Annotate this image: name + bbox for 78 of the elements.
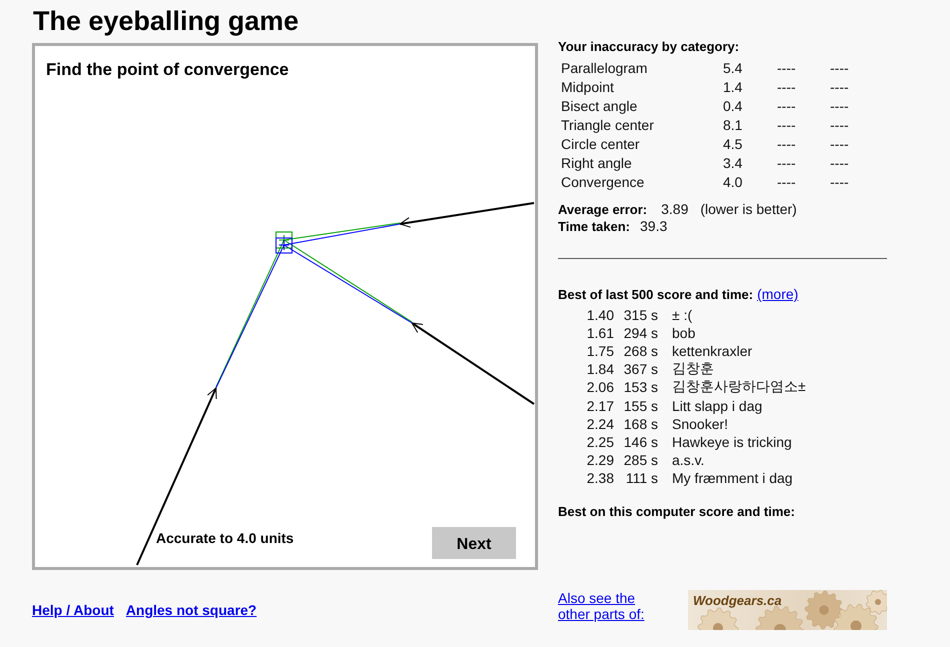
score-value: 2.06: [586, 379, 614, 396]
score-time: 367 s: [624, 361, 658, 378]
player-name: 김창훈사랑하다염소±: [672, 378, 806, 396]
table-cell: ----: [830, 116, 849, 132]
player-name: ± :(: [672, 307, 692, 324]
score-value: 2.17: [586, 398, 614, 414]
score-time: 153 s: [624, 379, 658, 396]
score-time: 155 s: [624, 398, 658, 414]
category-name: Circle center: [561, 136, 640, 152]
player-name: kettenkraxler: [672, 343, 752, 360]
table-cell: ----: [830, 60, 849, 76]
player-name: Snooker!: [672, 416, 728, 432]
game-canvas[interactable]: Find the point of convergence Accurate to 4.0 units Next: [32, 43, 538, 570]
score-value: 2.24: [586, 416, 614, 432]
player-name: a.s.v.: [672, 452, 704, 468]
player-name: 김창훈: [672, 360, 714, 378]
table-cell: ----: [777, 136, 796, 152]
category-name: Parallelogram: [561, 60, 648, 76]
score-time: 268 s: [624, 343, 658, 360]
category-name: Midpoint: [561, 78, 614, 94]
table-cell: ----: [777, 154, 796, 170]
accuracy-result: Accurate to 4.0 units: [156, 530, 294, 547]
category-name: Bisect angle: [561, 98, 638, 114]
score-value: 1.84: [586, 361, 614, 378]
answer-marker-icon: [276, 232, 292, 248]
score-time: 285 s: [624, 452, 658, 468]
score-value: 1.75: [586, 343, 614, 360]
category-name: Convergence: [561, 174, 644, 190]
player-name: bob: [672, 325, 696, 342]
table-cell: ----: [777, 60, 796, 76]
category-score: 4.0: [723, 174, 742, 190]
time-taken-value: 39.3: [640, 218, 668, 234]
table-cell: ----: [777, 116, 796, 132]
category-score: 4.5: [723, 136, 742, 152]
score-time: 146 s: [624, 434, 658, 450]
table-cell: ----: [830, 174, 849, 190]
average-error-value: 3.89: [661, 201, 688, 217]
category-score: 5.4: [723, 60, 742, 76]
page-title: The eyeballing game: [33, 5, 299, 37]
table-cell: ----: [830, 78, 849, 94]
table-cell: ----: [830, 98, 849, 114]
also-see-link[interactable]: Also see the other parts of:: [558, 590, 650, 622]
category-score: 3.4: [723, 154, 742, 170]
score-value: 1.40: [586, 307, 614, 324]
task-prompt: Find the point of convergence: [46, 60, 289, 80]
table-cell: ----: [830, 136, 849, 152]
player-name: Litt slapp i dag: [672, 398, 762, 414]
score-value: 2.38: [586, 470, 614, 486]
footer-link[interactable]: Help / About: [32, 602, 114, 618]
category-score: 8.1: [723, 116, 742, 132]
table-cell: ----: [777, 174, 796, 190]
score-time: 294 s: [624, 325, 658, 342]
score-time: 168 s: [624, 416, 658, 432]
footer-link[interactable]: Angles not square?: [126, 602, 257, 618]
score-time: 315 s: [624, 307, 658, 324]
score-value: 2.29: [586, 452, 614, 468]
more-link[interactable]: (more): [757, 286, 798, 302]
guess-marker-icon: [276, 238, 292, 254]
player-name: Hawkeye is tricking: [672, 434, 792, 450]
table-cell: ----: [777, 98, 796, 114]
category-score: 1.4: [723, 78, 742, 94]
local-best-heading: Best on this computer score and time:: [558, 504, 796, 520]
score-time: 111 s: [626, 470, 658, 486]
table-cell: ----: [830, 154, 849, 170]
table-cell: ----: [777, 78, 796, 94]
average-error-note: (lower is better): [700, 201, 797, 217]
category-name: Right angle: [561, 154, 632, 170]
average-error-label: Average error:: [558, 202, 648, 218]
logo-link[interactable]: Woodgears.ca: [688, 590, 887, 630]
leaderboard-heading: Best of last 500 score and time:: [558, 287, 754, 303]
category-score: 0.4: [723, 98, 742, 114]
next-button[interactable]: Next: [432, 527, 516, 559]
inaccuracy-heading: Your inaccuracy by category:: [558, 39, 740, 55]
time-taken-label: Time taken:: [558, 219, 630, 235]
category-name: Triangle center: [561, 116, 654, 132]
player-name: My fræmment i dag: [672, 470, 793, 486]
score-value: 2.25: [586, 434, 614, 450]
score-value: 1.61: [586, 325, 614, 342]
